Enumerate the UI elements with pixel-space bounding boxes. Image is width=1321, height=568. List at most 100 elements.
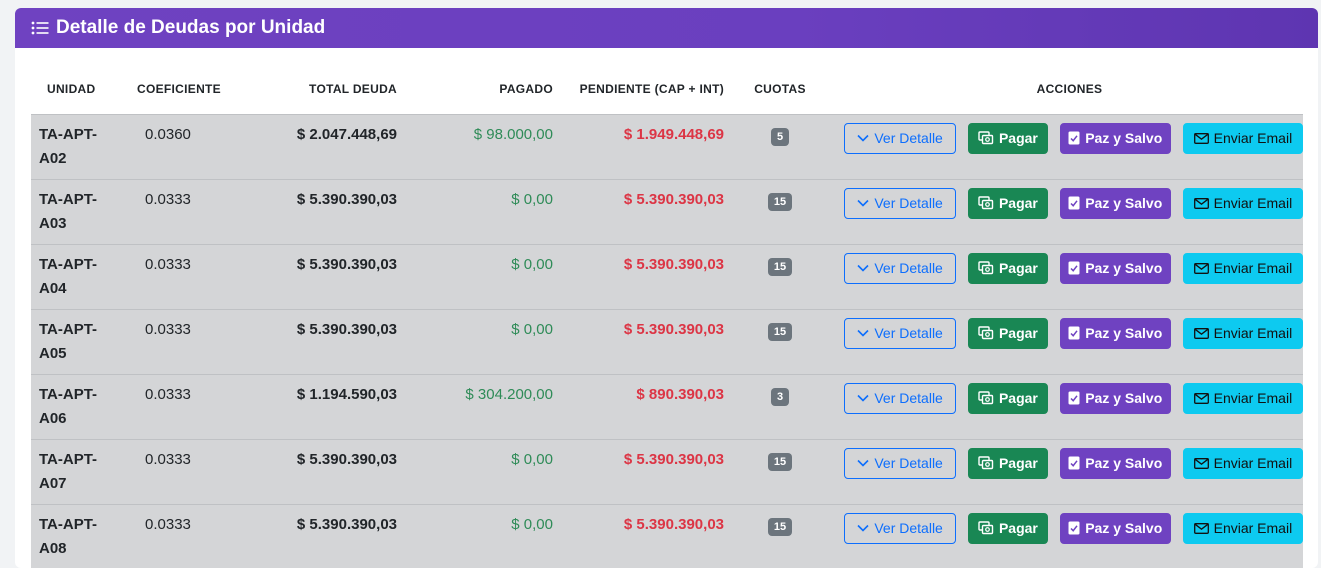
actions-group: Ver Detalle Pagar Paz y Salvo Enviar Ema… — [836, 447, 1303, 479]
unit-cell: TA-APT- A05 — [31, 309, 131, 374]
enviar-email-button[interactable]: Enviar Email — [1182, 252, 1303, 284]
enviar-email-button[interactable]: Enviar Email — [1182, 382, 1303, 414]
unit-code-line2: A02 — [39, 149, 67, 167]
file-check-icon — [1068, 521, 1080, 535]
pagar-button[interactable]: Pagar — [968, 187, 1048, 219]
coef-cell: 0.0333 — [145, 190, 191, 208]
unit-cell: TA-APT- A03 — [31, 179, 131, 244]
file-check-icon — [1068, 261, 1080, 275]
coef-cell: 0.0333 — [145, 255, 191, 273]
unit-code-line2: A03 — [39, 214, 67, 232]
cuotas-cell: 15 — [724, 244, 836, 309]
unit-cell: TA-APT- A02 — [31, 114, 131, 179]
cuotas-cell: 15 — [724, 504, 836, 568]
ver-detalle-button[interactable]: Ver Detalle — [844, 252, 957, 284]
actions-cell: Ver Detalle Pagar Paz y Salvo Enviar Ema… — [836, 244, 1303, 309]
actions-group: Ver Detalle Pagar Paz y Salvo Enviar Ema… — [836, 317, 1303, 349]
total-debt-cell: $ 2.047.448,69 — [296, 125, 397, 143]
pagar-label: Pagar — [998, 325, 1038, 341]
ver-detalle-button[interactable]: Ver Detalle — [844, 512, 957, 544]
col-header-coeficiente: COEFICIENTE — [131, 64, 259, 114]
table-row: TA-APT- A08 0.0333 $ 5.390.390,03 $ 0,00 … — [31, 504, 1303, 568]
total-debt-cell: $ 5.390.390,03 — [296, 320, 397, 338]
table-header-row: UNIDAD COEFICIENTE TOTAL DEUDA PAGADO PE… — [31, 64, 1303, 114]
envelope-icon — [1193, 457, 1209, 469]
paid-cell: $ 0,00 — [511, 320, 553, 338]
ver-detalle-label: Ver Detalle — [874, 325, 943, 341]
paz-y-salvo-label: Paz y Salvo — [1085, 325, 1163, 341]
enviar-email-button[interactable]: Enviar Email — [1182, 122, 1303, 154]
unit-cell: TA-APT- A04 — [31, 244, 131, 309]
paz-y-salvo-button[interactable]: Paz y Salvo — [1059, 447, 1171, 479]
debts-table: UNIDAD COEFICIENTE TOTAL DEUDA PAGADO PE… — [31, 64, 1303, 568]
list-icon — [31, 21, 49, 35]
cash-icon — [978, 196, 994, 210]
paz-y-salvo-button[interactable]: Paz y Salvo — [1059, 382, 1171, 414]
enviar-email-button[interactable]: Enviar Email — [1182, 512, 1303, 544]
pagar-button[interactable]: Pagar — [968, 512, 1048, 544]
paid-cell: $ 0,00 — [511, 255, 553, 273]
pagar-button[interactable]: Pagar — [968, 382, 1048, 414]
pagar-button[interactable]: Pagar — [968, 447, 1048, 479]
cuotas-cell: 15 — [724, 439, 836, 504]
pending-cell: $ 5.390.390,03 — [623, 515, 724, 533]
envelope-icon — [1193, 327, 1209, 339]
chevron-down-icon — [857, 199, 869, 207]
pagar-button[interactable]: Pagar — [968, 252, 1048, 284]
col-header-total-deuda: TOTAL DEUDA — [259, 64, 397, 114]
paz-y-salvo-button[interactable]: Paz y Salvo — [1059, 252, 1171, 284]
actions-group: Ver Detalle Pagar Paz y Salvo Enviar Ema… — [836, 382, 1303, 414]
cuotas-badge: 15 — [767, 322, 793, 341]
pending-cell: $ 5.390.390,03 — [623, 255, 724, 273]
cash-icon — [978, 261, 994, 275]
ver-detalle-button[interactable]: Ver Detalle — [844, 122, 957, 154]
col-header-cuotas: CUOTAS — [724, 64, 836, 114]
ver-detalle-button[interactable]: Ver Detalle — [844, 317, 957, 349]
pagar-button[interactable]: Pagar — [968, 317, 1048, 349]
actions-cell: Ver Detalle Pagar Paz y Salvo Enviar Ema… — [836, 114, 1303, 179]
unit-cell: TA-APT- A07 — [31, 439, 131, 504]
paz-y-salvo-button[interactable]: Paz y Salvo — [1059, 187, 1171, 219]
envelope-icon — [1193, 197, 1209, 209]
cuotas-badge: 15 — [767, 192, 793, 211]
ver-detalle-button[interactable]: Ver Detalle — [844, 382, 957, 414]
ver-detalle-label: Ver Detalle — [874, 520, 943, 536]
paz-y-salvo-button[interactable]: Paz y Salvo — [1059, 122, 1171, 154]
total-debt-cell: $ 5.390.390,03 — [296, 255, 397, 273]
envelope-icon — [1193, 392, 1209, 404]
unit-cell: TA-APT- A08 — [31, 504, 131, 568]
debts-card: Detalle de Deudas por Unidad UNIDAD COEF… — [15, 8, 1318, 568]
file-check-icon — [1068, 391, 1080, 405]
paid-cell: $ 0,00 — [511, 450, 553, 468]
unit-code-line1: TA-APT- — [39, 450, 98, 468]
table-row: TA-APT- A02 0.0360 $ 2.047.448,69 $ 98.00… — [31, 114, 1303, 179]
chevron-down-icon — [857, 134, 869, 142]
chevron-down-icon — [857, 394, 869, 402]
paz-y-salvo-button[interactable]: Paz y Salvo — [1059, 512, 1171, 544]
unit-code-line1: TA-APT- — [39, 255, 98, 273]
table-row: TA-APT- A04 0.0333 $ 5.390.390,03 $ 0,00 … — [31, 244, 1303, 309]
paz-y-salvo-label: Paz y Salvo — [1085, 130, 1163, 146]
enviar-email-label: Enviar Email — [1213, 325, 1293, 341]
paz-y-salvo-button[interactable]: Paz y Salvo — [1059, 317, 1171, 349]
enviar-email-label: Enviar Email — [1213, 520, 1293, 536]
enviar-email-button[interactable]: Enviar Email — [1182, 447, 1303, 479]
cuotas-badge: 15 — [767, 257, 793, 276]
pagar-button[interactable]: Pagar — [968, 122, 1048, 154]
chevron-down-icon — [857, 524, 869, 532]
enviar-email-button[interactable]: Enviar Email — [1182, 317, 1303, 349]
ver-detalle-button[interactable]: Ver Detalle — [844, 447, 957, 479]
actions-group: Ver Detalle Pagar Paz y Salvo Enviar Ema… — [836, 187, 1303, 219]
total-debt-cell: $ 1.194.590,03 — [296, 385, 397, 403]
coef-cell: 0.0333 — [145, 320, 191, 338]
ver-detalle-button[interactable]: Ver Detalle — [844, 187, 957, 219]
paz-y-salvo-label: Paz y Salvo — [1085, 260, 1163, 276]
cuotas-cell: 5 — [724, 114, 836, 179]
paid-cell: $ 98.000,00 — [473, 125, 553, 143]
chevron-down-icon — [857, 329, 869, 337]
cash-icon — [978, 456, 994, 470]
page-title: Detalle de Deudas por Unidad — [56, 17, 326, 38]
enviar-email-button[interactable]: Enviar Email — [1182, 187, 1303, 219]
ver-detalle-label: Ver Detalle — [874, 195, 943, 211]
table-body: TA-APT- A02 0.0360 $ 2.047.448,69 $ 98.00… — [31, 114, 1303, 568]
